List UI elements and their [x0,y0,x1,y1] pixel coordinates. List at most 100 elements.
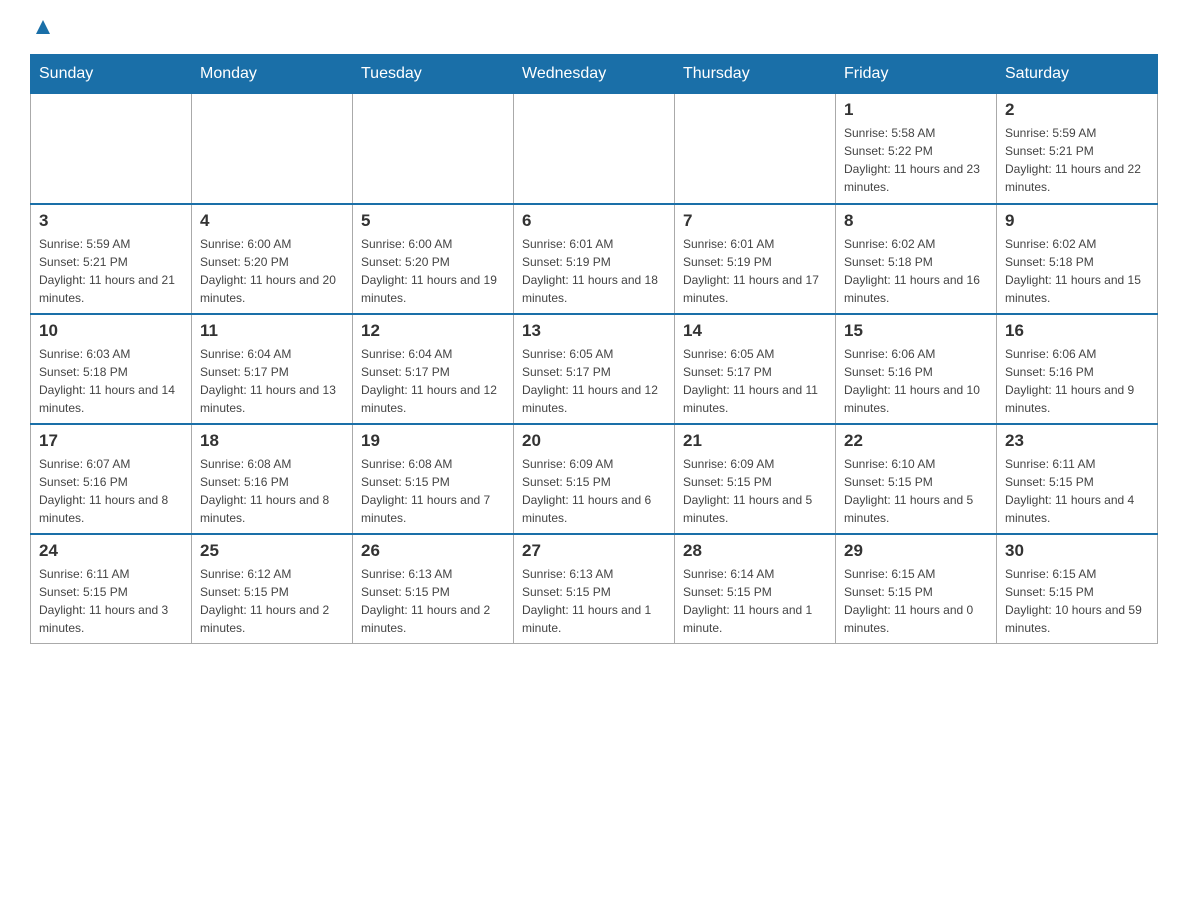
day-info: Sunrise: 5:59 AM Sunset: 5:21 PM Dayligh… [1005,124,1149,196]
day-info: Sunrise: 6:12 AM Sunset: 5:15 PM Dayligh… [200,565,344,637]
day-info: Sunrise: 6:04 AM Sunset: 5:17 PM Dayligh… [361,345,505,417]
calendar-cell: 1 Sunrise: 5:58 AM Sunset: 5:22 PM Daylig… [836,94,997,204]
calendar-cell: 4 Sunrise: 6:00 AM Sunset: 5:20 PM Daylig… [192,204,353,314]
day-number: 4 [200,211,344,231]
calendar-table: SundayMondayTuesdayWednesdayThursdayFrid… [30,54,1158,644]
day-info: Sunrise: 6:08 AM Sunset: 5:15 PM Dayligh… [361,455,505,527]
calendar-cell: 7 Sunrise: 6:01 AM Sunset: 5:19 PM Daylig… [675,204,836,314]
calendar-cell: 12 Sunrise: 6:04 AM Sunset: 5:17 PM Dayli… [353,314,514,424]
calendar-header-row: SundayMondayTuesdayWednesdayThursdayFrid… [31,55,1158,94]
logo-triangle-icon [32,16,54,38]
day-info: Sunrise: 6:06 AM Sunset: 5:16 PM Dayligh… [1005,345,1149,417]
day-info: Sunrise: 6:09 AM Sunset: 5:15 PM Dayligh… [683,455,827,527]
day-number: 3 [39,211,183,231]
calendar-cell [675,94,836,204]
calendar-cell: 18 Sunrise: 6:08 AM Sunset: 5:16 PM Dayli… [192,424,353,534]
logo [30,20,54,38]
day-info: Sunrise: 6:04 AM Sunset: 5:17 PM Dayligh… [200,345,344,417]
day-number: 16 [1005,321,1149,341]
day-number: 26 [361,541,505,561]
day-number: 10 [39,321,183,341]
day-number: 11 [200,321,344,341]
day-number: 9 [1005,211,1149,231]
day-info: Sunrise: 6:13 AM Sunset: 5:15 PM Dayligh… [361,565,505,637]
day-number: 7 [683,211,827,231]
calendar-cell: 30 Sunrise: 6:15 AM Sunset: 5:15 PM Dayli… [997,534,1158,644]
weekday-header-thursday: Thursday [675,55,836,94]
day-info: Sunrise: 6:11 AM Sunset: 5:15 PM Dayligh… [1005,455,1149,527]
day-info: Sunrise: 6:11 AM Sunset: 5:15 PM Dayligh… [39,565,183,637]
calendar-cell [514,94,675,204]
calendar-cell: 5Sunrise: 6:00 AM Sunset: 5:20 PM Daylig… [353,204,514,314]
day-number: 19 [361,431,505,451]
calendar-cell: 29 Sunrise: 6:15 AM Sunset: 5:15 PM Dayli… [836,534,997,644]
calendar-cell: 25 Sunrise: 6:12 AM Sunset: 5:15 PM Dayli… [192,534,353,644]
day-number: 12 [361,321,505,341]
calendar-cell: 8Sunrise: 6:02 AM Sunset: 5:18 PM Daylig… [836,204,997,314]
day-info: Sunrise: 6:13 AM Sunset: 5:15 PM Dayligh… [522,565,666,637]
day-number: 24 [39,541,183,561]
day-number: 1 [844,100,988,120]
calendar-cell [353,94,514,204]
day-info: Sunrise: 6:08 AM Sunset: 5:16 PM Dayligh… [200,455,344,527]
calendar-cell: 28 Sunrise: 6:14 AM Sunset: 5:15 PM Dayli… [675,534,836,644]
calendar-cell: 9 Sunrise: 6:02 AM Sunset: 5:18 PM Daylig… [997,204,1158,314]
day-number: 8 [844,211,988,231]
calendar-cell: 20Sunrise: 6:09 AM Sunset: 5:15 PM Dayli… [514,424,675,534]
calendar-cell: 13 Sunrise: 6:05 AM Sunset: 5:17 PM Dayli… [514,314,675,424]
day-info: Sunrise: 6:00 AM Sunset: 5:20 PM Dayligh… [200,235,344,307]
day-info: Sunrise: 6:15 AM Sunset: 5:15 PM Dayligh… [1005,565,1149,637]
day-number: 22 [844,431,988,451]
calendar-cell: 11 Sunrise: 6:04 AM Sunset: 5:17 PM Dayli… [192,314,353,424]
calendar-cell: 21Sunrise: 6:09 AM Sunset: 5:15 PM Dayli… [675,424,836,534]
day-info: Sunrise: 6:06 AM Sunset: 5:16 PM Dayligh… [844,345,988,417]
day-info: Sunrise: 6:02 AM Sunset: 5:18 PM Dayligh… [1005,235,1149,307]
day-info: Sunrise: 6:09 AM Sunset: 5:15 PM Dayligh… [522,455,666,527]
day-info: Sunrise: 6:01 AM Sunset: 5:19 PM Dayligh… [522,235,666,307]
weekday-header-tuesday: Tuesday [353,55,514,94]
day-number: 28 [683,541,827,561]
calendar-cell: 17 Sunrise: 6:07 AM Sunset: 5:16 PM Dayli… [31,424,192,534]
day-number: 13 [522,321,666,341]
calendar-week-row: 3 Sunrise: 5:59 AM Sunset: 5:21 PM Daylig… [31,204,1158,314]
day-info: Sunrise: 5:59 AM Sunset: 5:21 PM Dayligh… [39,235,183,307]
day-number: 29 [844,541,988,561]
day-info: Sunrise: 5:58 AM Sunset: 5:22 PM Dayligh… [844,124,988,196]
calendar-cell: 2Sunrise: 5:59 AM Sunset: 5:21 PM Daylig… [997,94,1158,204]
calendar-cell: 22Sunrise: 6:10 AM Sunset: 5:15 PM Dayli… [836,424,997,534]
weekday-header-wednesday: Wednesday [514,55,675,94]
day-info: Sunrise: 6:07 AM Sunset: 5:16 PM Dayligh… [39,455,183,527]
calendar-cell [31,94,192,204]
day-number: 6 [522,211,666,231]
day-number: 15 [844,321,988,341]
day-number: 14 [683,321,827,341]
calendar-cell: 23Sunrise: 6:11 AM Sunset: 5:15 PM Dayli… [997,424,1158,534]
calendar-cell: 10Sunrise: 6:03 AM Sunset: 5:18 PM Dayli… [31,314,192,424]
calendar-week-row: 1 Sunrise: 5:58 AM Sunset: 5:22 PM Daylig… [31,94,1158,204]
weekday-header-sunday: Sunday [31,55,192,94]
calendar-week-row: 10Sunrise: 6:03 AM Sunset: 5:18 PM Dayli… [31,314,1158,424]
day-number: 30 [1005,541,1149,561]
day-number: 25 [200,541,344,561]
calendar-cell: 24 Sunrise: 6:11 AM Sunset: 5:15 PM Dayli… [31,534,192,644]
calendar-cell: 26 Sunrise: 6:13 AM Sunset: 5:15 PM Dayli… [353,534,514,644]
page-header [30,20,1158,38]
calendar-week-row: 24 Sunrise: 6:11 AM Sunset: 5:15 PM Dayli… [31,534,1158,644]
day-number: 18 [200,431,344,451]
day-info: Sunrise: 6:14 AM Sunset: 5:15 PM Dayligh… [683,565,827,637]
weekday-header-friday: Friday [836,55,997,94]
weekday-header-monday: Monday [192,55,353,94]
calendar-week-row: 17 Sunrise: 6:07 AM Sunset: 5:16 PM Dayli… [31,424,1158,534]
calendar-cell: 19 Sunrise: 6:08 AM Sunset: 5:15 PM Dayli… [353,424,514,534]
calendar-cell: 16 Sunrise: 6:06 AM Sunset: 5:16 PM Dayli… [997,314,1158,424]
calendar-cell: 6 Sunrise: 6:01 AM Sunset: 5:19 PM Daylig… [514,204,675,314]
day-info: Sunrise: 6:01 AM Sunset: 5:19 PM Dayligh… [683,235,827,307]
day-info: Sunrise: 6:15 AM Sunset: 5:15 PM Dayligh… [844,565,988,637]
day-number: 17 [39,431,183,451]
day-info: Sunrise: 6:00 AM Sunset: 5:20 PM Dayligh… [361,235,505,307]
day-info: Sunrise: 6:05 AM Sunset: 5:17 PM Dayligh… [522,345,666,417]
calendar-cell: 27 Sunrise: 6:13 AM Sunset: 5:15 PM Dayli… [514,534,675,644]
day-info: Sunrise: 6:05 AM Sunset: 5:17 PM Dayligh… [683,345,827,417]
calendar-cell [192,94,353,204]
day-number: 27 [522,541,666,561]
